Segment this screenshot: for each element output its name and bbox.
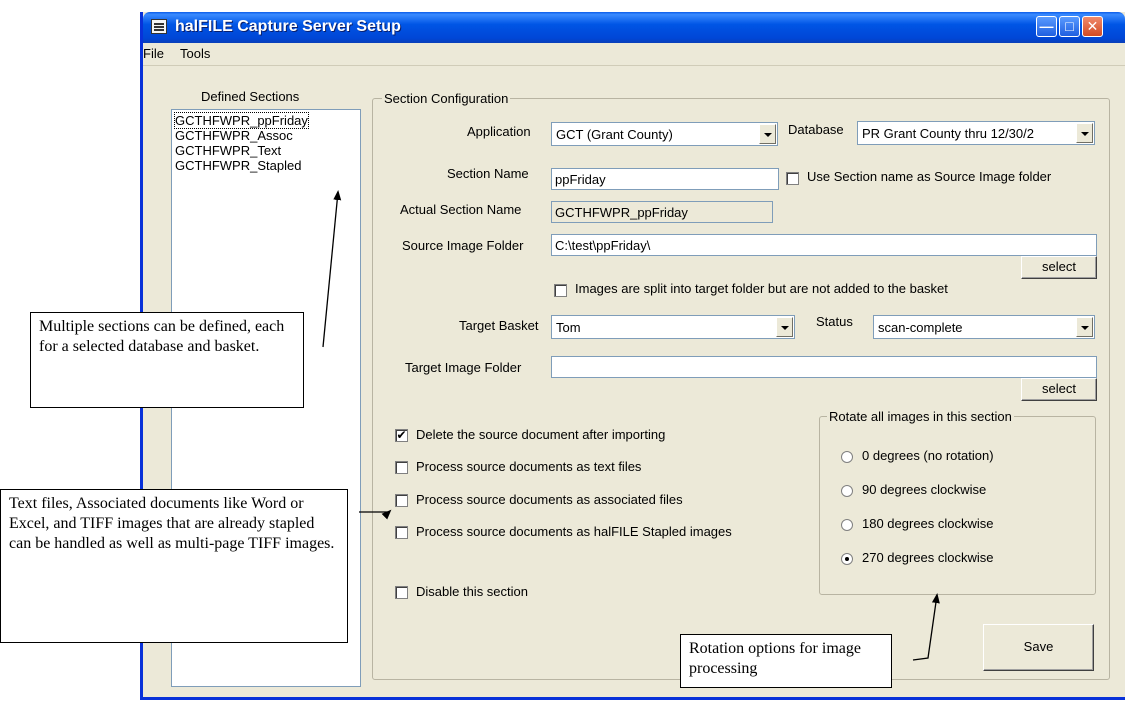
callout-arrows [322,190,940,661]
arrow-to-sections [322,190,342,348]
arrow-to-rotation [912,593,940,661]
arrow-to-options [381,509,392,520]
